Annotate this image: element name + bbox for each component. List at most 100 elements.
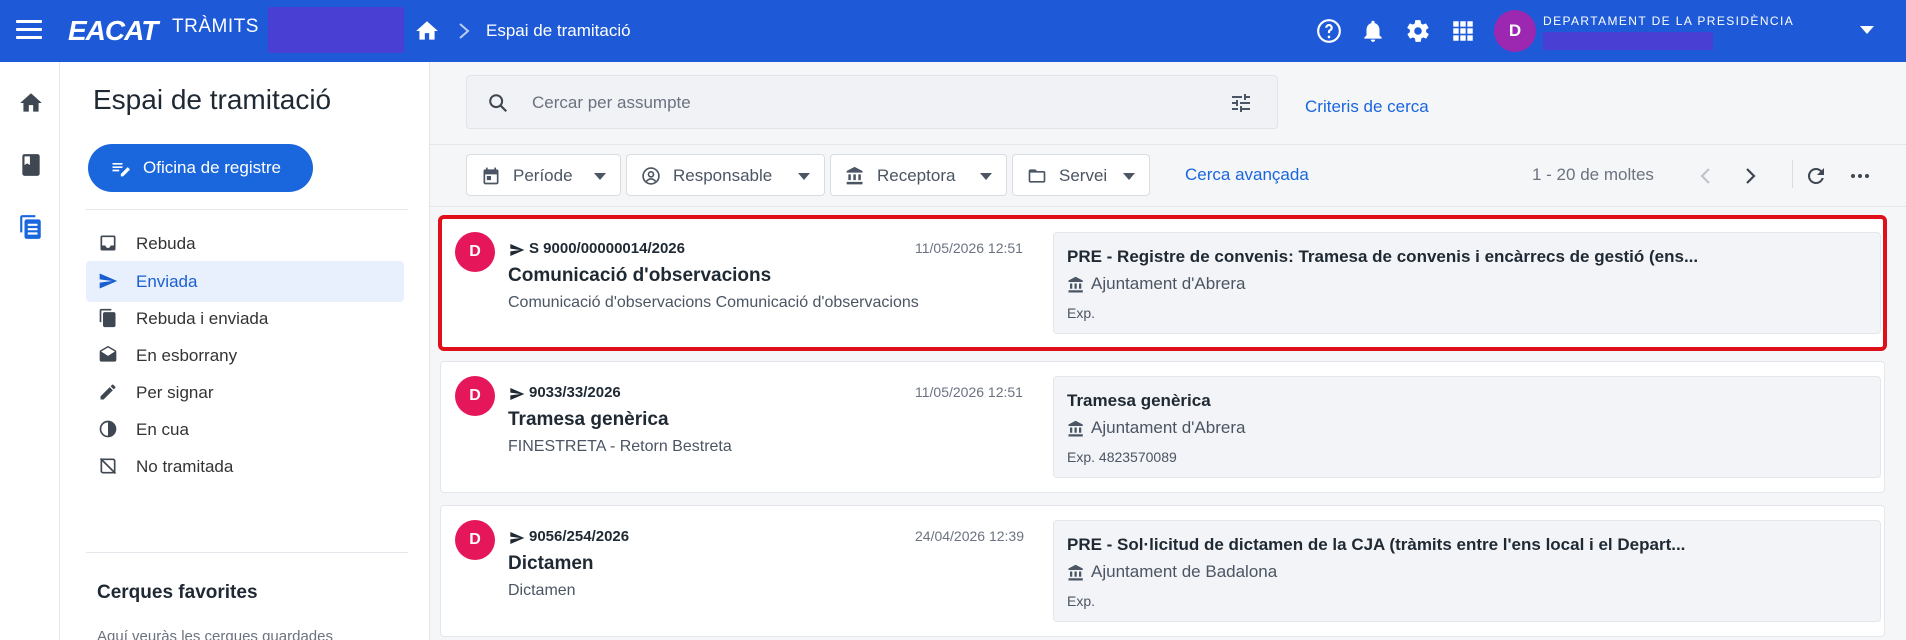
- main-content: Criteris de cerca Període Responsable Re…: [430, 62, 1906, 640]
- list-item[interactable]: D 9056/254/2026 24/04/2026 12:39 Dictame…: [440, 505, 1885, 637]
- item-organization: Ajuntament d'Abrera: [1091, 418, 1246, 437]
- item-title: Tramesa genèrica: [508, 409, 669, 430]
- sidebar-item-label: No tramitada: [136, 457, 234, 476]
- institution-icon: [846, 166, 863, 185]
- item-organization: Ajuntament de Badalona: [1091, 562, 1278, 581]
- apps-grid-icon[interactable]: [1450, 18, 1476, 44]
- divider: [430, 206, 1906, 207]
- item-procedure: PRE - Sol·licitud de dictamen de la CJA …: [1067, 535, 1686, 554]
- refresh-icon[interactable]: [1804, 164, 1828, 188]
- divider: [430, 144, 1906, 145]
- sidebar-item-per-signar[interactable]: Per signar: [86, 372, 404, 413]
- help-icon[interactable]: [1316, 18, 1342, 44]
- favorites-text: Aquí veuràs les cerques guardades: [97, 628, 333, 640]
- chevron-left-icon[interactable]: [1694, 164, 1718, 188]
- menu-icon[interactable]: [16, 20, 42, 42]
- send-icon: [510, 244, 525, 256]
- avatar: D: [455, 376, 495, 416]
- item-date: 11/05/2026 12:51: [915, 384, 1023, 400]
- advanced-search-link[interactable]: Cerca avançada: [1185, 165, 1309, 185]
- institution-icon: [1068, 276, 1083, 293]
- item-reference: S 9000/00000014/2026: [529, 240, 685, 257]
- caret-down-icon: [1123, 173, 1135, 180]
- list-item[interactable]: D S 9000/00000014/2026 11/05/2026 12:51 …: [438, 215, 1887, 351]
- caret-down-icon: [980, 173, 992, 180]
- office-button-label: Oficina de registre: [143, 158, 281, 177]
- receiver-filter[interactable]: Receptora: [830, 154, 1007, 196]
- sidebar-item-no-tramitada[interactable]: No tramitada: [86, 446, 404, 487]
- app-logo[interactable]: EACAT: [68, 15, 158, 47]
- sidebar-item-label: Rebuda: [136, 234, 196, 253]
- divider: [1792, 160, 1793, 188]
- sign-icon: [100, 384, 116, 400]
- unprocessed-icon: [99, 457, 117, 475]
- redacted-block: [1543, 32, 1713, 50]
- app-logo-subtitle: TRÀMITS: [172, 16, 259, 37]
- item-date: 24/04/2026 12:39: [915, 528, 1024, 544]
- redacted-block: [268, 7, 404, 53]
- item-title: Dictamen: [508, 553, 594, 574]
- sidebar-item-rebuda-i-enviada[interactable]: Rebuda i enviada: [86, 298, 404, 339]
- institution-icon: [1068, 420, 1083, 437]
- sidebar-item-enviada[interactable]: Enviada: [86, 261, 404, 302]
- responsible-filter-label: Responsable: [673, 166, 773, 185]
- user-avatar[interactable]: D: [1494, 10, 1536, 52]
- sidebar-item-label: Per signar: [136, 383, 214, 402]
- search-criteria-link[interactable]: Criteris de cerca: [1305, 97, 1429, 117]
- more-icon[interactable]: [1848, 164, 1872, 188]
- bell-icon[interactable]: [1360, 18, 1386, 44]
- item-subtitle: Comunicació d'observacions Comunicació d…: [508, 294, 919, 311]
- responsible-filter[interactable]: Responsable: [626, 154, 825, 196]
- book-icon[interactable]: [18, 152, 44, 178]
- top-bar: EACAT TRÀMITS Espai de tramitació D DEPA…: [0, 0, 1906, 62]
- documents-icon[interactable]: [18, 214, 44, 240]
- item-expedient: Exp.: [1067, 593, 1096, 609]
- home-icon[interactable]: [18, 90, 44, 116]
- sidebar-item-rebuda[interactable]: Rebuda: [86, 223, 404, 264]
- avatar: D: [455, 232, 495, 272]
- item-expedient: Exp.: [1067, 305, 1096, 321]
- caret-down-icon: [798, 173, 810, 180]
- search-icon: [489, 94, 508, 113]
- item-procedure-box: PRE - Sol·licitud de dictamen de la CJA …: [1053, 520, 1881, 622]
- item-title: Comunicació d'observacions: [508, 265, 772, 286]
- receiver-filter-label: Receptora: [877, 166, 956, 185]
- pending-icon: [99, 420, 117, 438]
- item-subtitle: Dictamen: [508, 582, 576, 599]
- item-organization: Ajuntament d'Abrera: [1091, 274, 1246, 293]
- inbox-icon: [100, 235, 116, 251]
- service-filter[interactable]: Servei: [1012, 154, 1150, 196]
- calendar-icon: [483, 167, 499, 185]
- item-procedure-box: Tramesa genèrica Ajuntament d'Abrera Exp…: [1053, 376, 1881, 478]
- sidebar-item-en-cua[interactable]: En cua: [86, 409, 404, 450]
- department-name: DEPARTAMENT DE LA PRESIDÈNCIA: [1543, 14, 1795, 28]
- item-date: 11/05/2026 12:51: [915, 240, 1023, 256]
- item-reference: 9056/254/2026: [529, 528, 630, 545]
- chevron-right-icon[interactable]: [1738, 164, 1762, 188]
- list-item[interactable]: D 9033/33/2026 11/05/2026 12:51 Tramesa …: [440, 361, 1885, 493]
- caret-down-icon: [594, 173, 606, 180]
- sidebar-item-label: Enviada: [136, 272, 198, 291]
- item-expedient: Exp. 4823570089: [1067, 449, 1177, 465]
- divider: [86, 552, 408, 553]
- drafts-icon: [99, 345, 117, 362]
- gear-icon[interactable]: [1405, 18, 1431, 44]
- item-procedure-box: PRE - Registre de convenis: Tramesa de c…: [1053, 232, 1881, 334]
- office-button[interactable]: Oficina de registre: [88, 144, 313, 192]
- search-input[interactable]: [532, 90, 1182, 116]
- caret-down-icon[interactable]: [1860, 26, 1874, 34]
- period-filter[interactable]: Període: [466, 154, 621, 196]
- sidebar-item-en-esborrany[interactable]: En esborrany: [86, 335, 404, 376]
- send-icon: [510, 388, 525, 400]
- send-icon: [510, 532, 525, 544]
- person-icon: [642, 167, 660, 185]
- service-filter-label: Servei: [1059, 166, 1108, 185]
- tune-icon[interactable]: [1229, 91, 1253, 115]
- nav-rail: [0, 62, 60, 640]
- chevron-right-icon: [459, 23, 470, 39]
- sidebar-item-label: En cua: [136, 420, 189, 439]
- page-title: Espai de tramitació: [93, 84, 332, 115]
- favorites-title: Cerques favorites: [97, 582, 258, 603]
- send-icon: [99, 273, 118, 289]
- home-icon[interactable]: [414, 18, 440, 44]
